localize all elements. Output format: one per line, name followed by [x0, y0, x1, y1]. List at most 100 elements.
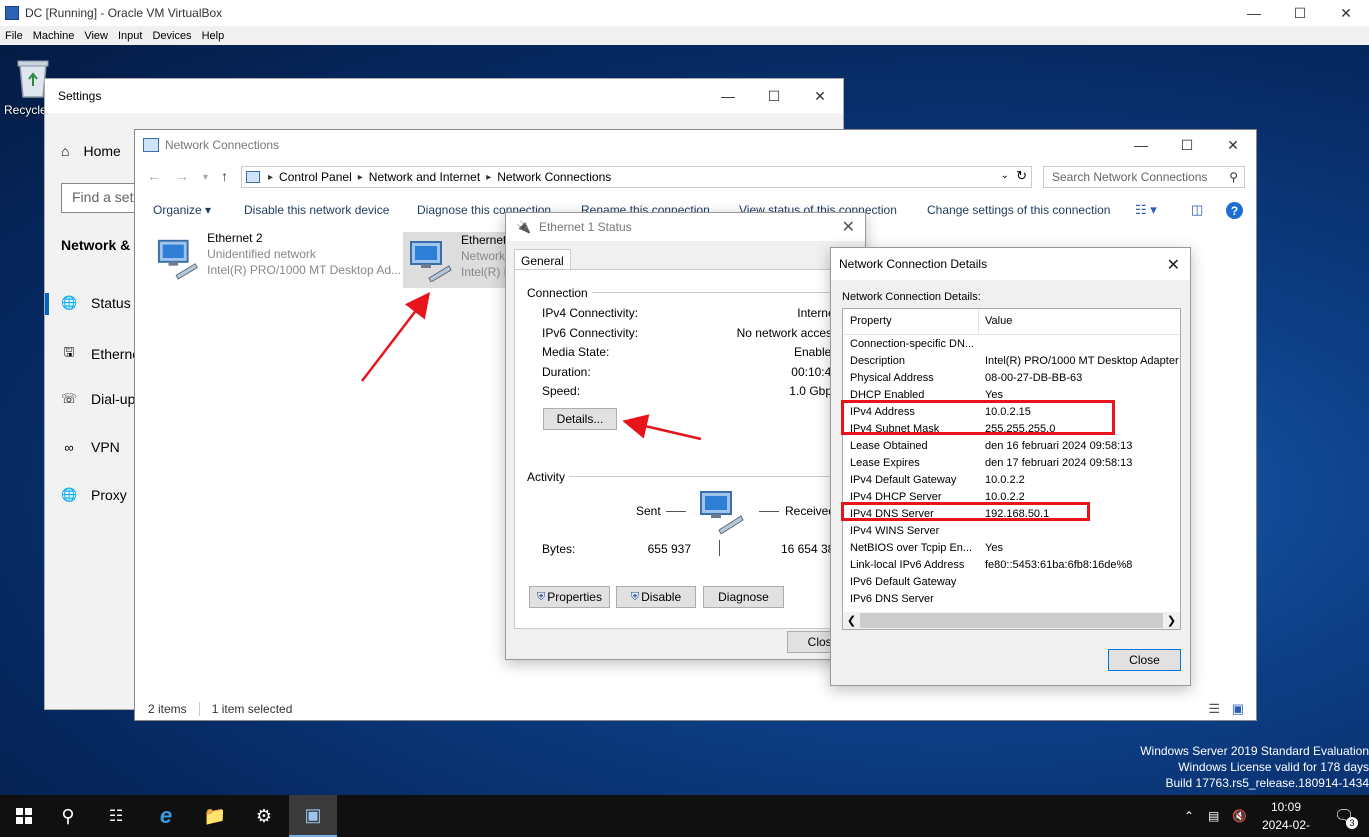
- up-arrow-icon[interactable]: ↑: [221, 168, 228, 184]
- properties-button[interactable]: ⛨ Properties: [529, 586, 610, 608]
- menu-file[interactable]: File: [0, 30, 28, 42]
- details-row[interactable]: IPv6 DNS Server: [843, 593, 1180, 610]
- netconn-minimize-button[interactable]: —: [1118, 130, 1164, 160]
- netconn-maximize-button[interactable]: ☐: [1164, 130, 1210, 160]
- clock-date: 2024-02-16: [1261, 818, 1311, 837]
- watermark-line-1: Windows Server 2019 Standard Evaluation: [1140, 744, 1369, 758]
- details-listview[interactable]: Property Value Connection-specific DN...…: [842, 308, 1181, 630]
- view-options-icon[interactable]: ☷ ▾: [1135, 202, 1157, 218]
- details-button[interactable]: Details...: [543, 408, 617, 430]
- address-bar[interactable]: ▸ Control Panel ▸ Network and Internet ▸…: [241, 166, 1032, 188]
- details-row[interactable]: Physical Address 08-00-27-DB-BB-63: [843, 372, 1180, 389]
- settings-search-input[interactable]: Find a setting: [61, 183, 136, 213]
- connection-ethernet[interactable]: Ethernet Network Intel(R) P: [403, 232, 513, 288]
- connection-details-dialog: Network Connection Details ✕ Network Con…: [830, 247, 1191, 686]
- large-icons-view-icon[interactable]: ▣: [1232, 701, 1244, 717]
- back-arrow-icon[interactable]: ←: [147, 168, 161, 184]
- details-row[interactable]: Description Intel(R) PRO/1000 MT Desktop …: [843, 355, 1180, 372]
- tray-chevron-icon[interactable]: ⌃: [1184, 795, 1194, 837]
- disable-button[interactable]: ⛨ Disable: [616, 586, 696, 608]
- details-row[interactable]: Lease Obtained den 16 februari 2024 09:58…: [843, 440, 1180, 457]
- clock[interactable]: 10:09 2024-02-16: [1256, 798, 1316, 837]
- settings-item-dialup[interactable]: ☏ Dial-up: [61, 391, 135, 407]
- ethernet-status-dialog: 🔌 Ethernet 1 Status ✕ General Connection…: [505, 212, 866, 660]
- action-center-icon[interactable]: 🗨: [1334, 795, 1354, 837]
- connection-ethernet-2[interactable]: Ethernet 2 Unidentified network Intel(R)…: [151, 230, 401, 286]
- address-row: ← → ▼ ↑ ▸ Control Panel ▸ Network and In…: [135, 164, 1256, 190]
- help-icon[interactable]: ?: [1226, 202, 1243, 219]
- settings-item-proxy[interactable]: 🌐 Proxy: [61, 487, 127, 503]
- horizontal-scrollbar[interactable]: ❮ ❯: [843, 612, 1180, 629]
- network-connections-taskbar-icon[interactable]: ▣: [289, 795, 337, 837]
- details-row[interactable]: Connection-specific DN...: [843, 338, 1180, 355]
- menu-machine[interactable]: Machine: [28, 30, 80, 42]
- disable-device-button[interactable]: Disable this network device: [244, 203, 389, 217]
- details-row[interactable]: NetBIOS over Tcpip En... Yes: [843, 542, 1180, 559]
- recent-chevron-icon[interactable]: ▼: [201, 172, 210, 182]
- settings-home[interactable]: ⌂ Home: [61, 143, 121, 159]
- column-property[interactable]: Property: [850, 315, 892, 327]
- file-explorer-icon[interactable]: 📁: [191, 795, 239, 837]
- diagnose-button[interactable]: Diagnose: [703, 586, 784, 608]
- change-settings-button[interactable]: Change settings of this connection: [927, 203, 1110, 217]
- details-close-icon[interactable]: ✕: [1167, 255, 1180, 275]
- settings-close-button[interactable]: ✕: [797, 79, 843, 113]
- netconn-close-button[interactable]: ✕: [1210, 130, 1256, 160]
- details-row[interactable]: Lease Expires den 17 februari 2024 09:58:…: [843, 457, 1180, 474]
- column-value[interactable]: Value: [985, 315, 1012, 327]
- status-item-count: 2 items: [148, 702, 187, 716]
- details-view-icon[interactable]: ☰: [1208, 701, 1220, 717]
- forward-arrow-icon[interactable]: →: [175, 168, 189, 184]
- activity-computer-icon: [700, 491, 744, 534]
- close-button[interactable]: ✕: [1323, 0, 1369, 26]
- menu-input[interactable]: Input: [113, 30, 147, 42]
- sent-label: Sent: [636, 504, 661, 518]
- preview-pane-icon[interactable]: ◫: [1191, 202, 1203, 218]
- address-dropdown-icon[interactable]: ⌄: [1001, 170, 1009, 181]
- search-input[interactable]: Search Network Connections ⚲: [1043, 166, 1245, 188]
- virtualbox-icon: [5, 6, 19, 20]
- vpn-icon: ∞: [64, 439, 74, 455]
- watermark-line-2: Windows License valid for 178 days: [1178, 760, 1369, 774]
- minimize-button[interactable]: —: [1231, 0, 1277, 26]
- search-taskbar-icon[interactable]: ⚲: [44, 795, 92, 837]
- organize-button[interactable]: Organize ▾: [153, 203, 211, 217]
- scroll-left-icon[interactable]: ❮: [843, 614, 860, 627]
- task-view-icon[interactable]: ☷: [92, 795, 140, 837]
- vbox-title: DC [Running] - Oracle VM VirtualBox: [25, 6, 223, 20]
- settings-item-ethernet[interactable]: 🖫 Ethernet: [61, 343, 143, 365]
- ethstatus-close-icon[interactable]: ✕: [842, 217, 855, 237]
- menu-devices[interactable]: Devices: [147, 30, 196, 42]
- details-row[interactable]: IPv4 WINS Server: [843, 525, 1180, 542]
- maximize-button[interactable]: ☐: [1277, 0, 1323, 26]
- scroll-right-icon[interactable]: ❯: [1163, 614, 1180, 627]
- recycle-bin-label: Recycle: [4, 103, 47, 117]
- breadcrumb-network-internet[interactable]: Network and Internet: [369, 170, 480, 184]
- scroll-thumb[interactable]: [860, 613, 1163, 628]
- duration-label: Duration:: [542, 365, 591, 379]
- settings-item-status[interactable]: 🌐 Status: [45, 293, 131, 315]
- details-row[interactable]: IPv4 Default Gateway 10.0.2.2: [843, 474, 1180, 491]
- listview-header: Property Value: [843, 309, 1180, 335]
- internet-explorer-icon[interactable]: e: [142, 795, 190, 837]
- bytes-label: Bytes:: [542, 542, 576, 556]
- details-close-button[interactable]: Close: [1108, 649, 1181, 671]
- connection-name: Ethernet 2: [207, 231, 263, 245]
- volume-muted-icon[interactable]: 🔇: [1232, 795, 1247, 837]
- settings-minimize-button[interactable]: —: [705, 79, 751, 113]
- settings-maximize-button[interactable]: ☐: [751, 79, 797, 113]
- settings-item-vpn[interactable]: ∞ VPN: [61, 439, 119, 455]
- ethstatus-titlebar: 🔌 Ethernet 1 Status ✕: [506, 213, 865, 241]
- details-row[interactable]: IPv6 Default Gateway: [843, 576, 1180, 593]
- netconn-titlebar: Network Connections — ☐ ✕: [135, 130, 1256, 160]
- network-tray-icon[interactable]: ▤: [1208, 795, 1219, 837]
- settings-gear-icon[interactable]: ⚙: [240, 795, 288, 837]
- breadcrumb-control-panel[interactable]: Control Panel: [279, 170, 352, 184]
- start-button[interactable]: [0, 795, 48, 837]
- refresh-icon[interactable]: ↻: [1016, 168, 1027, 184]
- details-row[interactable]: Link-local IPv6 Address fe80::5453:61ba:6…: [843, 559, 1180, 576]
- breadcrumb-network-connections[interactable]: Network Connections: [497, 170, 611, 184]
- vbox-menubar: File Machine View Input Devices Help: [0, 26, 1369, 45]
- menu-view[interactable]: View: [79, 30, 113, 42]
- menu-help[interactable]: Help: [197, 30, 230, 42]
